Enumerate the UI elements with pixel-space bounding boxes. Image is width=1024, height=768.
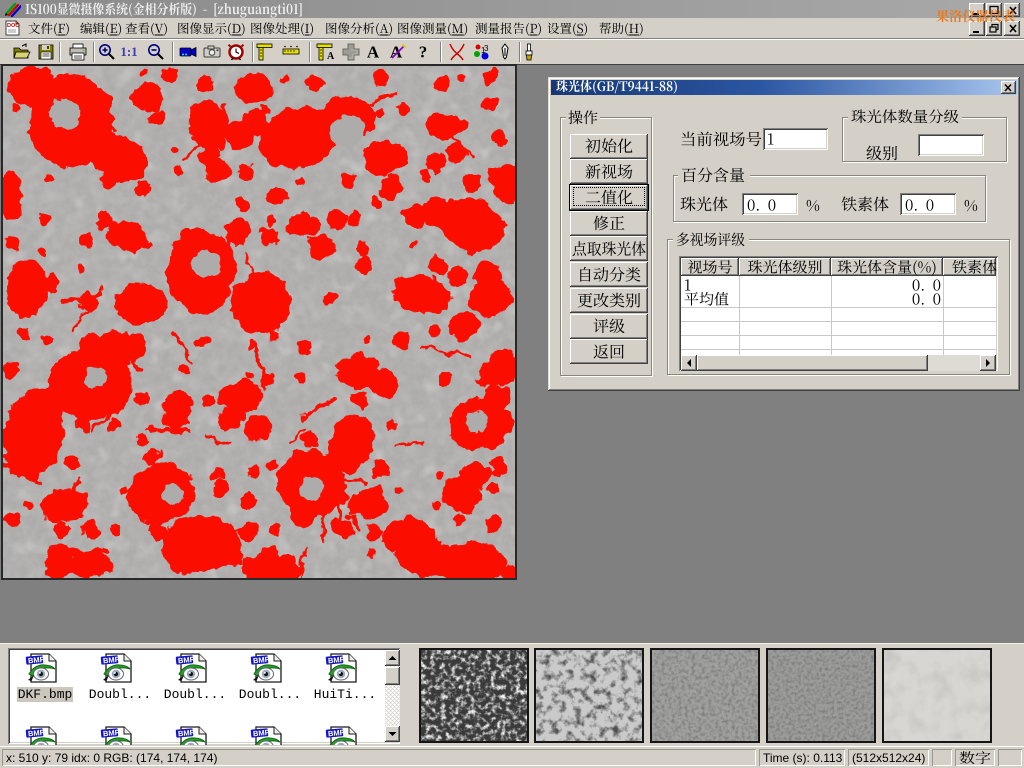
svg-text:1:1: 1:1 — [120, 44, 137, 59]
svg-text:A: A — [390, 43, 403, 62]
svg-text:A: A — [327, 51, 335, 62]
svg-text:A: A — [367, 43, 380, 62]
svg-text:?: ? — [419, 43, 428, 62]
svg-text:3: 3 — [484, 44, 489, 53]
svg-text:DOC: DOC — [7, 23, 19, 29]
